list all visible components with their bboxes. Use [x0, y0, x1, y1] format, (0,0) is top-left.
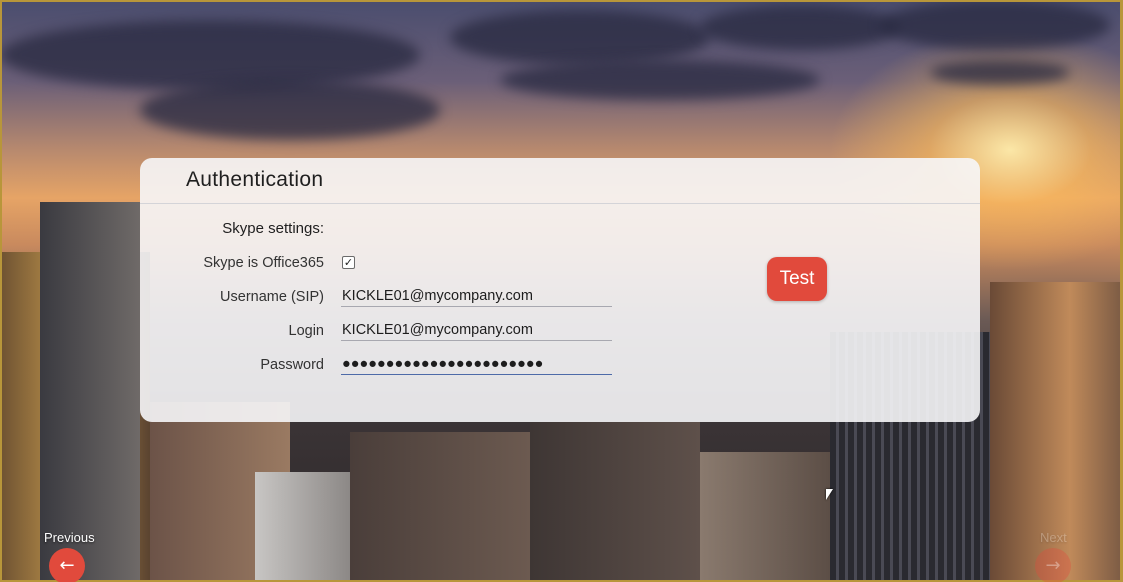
previous-label: Previous	[44, 530, 95, 545]
username-label: Username (SIP)	[220, 289, 324, 305]
building	[530, 422, 700, 582]
divider	[140, 203, 980, 204]
cloud	[700, 5, 900, 50]
next-label: Next	[1040, 530, 1067, 545]
panel-title: Authentication	[186, 168, 324, 191]
building	[350, 432, 530, 582]
next-button[interactable]: →	[1035, 548, 1071, 582]
mouse-cursor-icon	[826, 489, 833, 500]
skype-settings-heading: Skype settings:	[222, 220, 324, 237]
cloud	[140, 80, 440, 140]
building	[255, 472, 350, 582]
cloud	[880, 0, 1110, 50]
password-input[interactable]	[341, 353, 612, 375]
arrow-right-icon: →	[1045, 555, 1061, 576]
building	[40, 202, 140, 582]
password-label: Password	[260, 357, 324, 373]
test-button[interactable]: Test	[767, 257, 827, 301]
arrow-left-icon: ←	[59, 555, 75, 576]
login-label: Login	[288, 323, 324, 339]
previous-button[interactable]: ←	[49, 548, 85, 582]
building	[700, 452, 830, 582]
cloud	[500, 60, 820, 100]
authentication-panel: Authentication Skype settings: Skype is …	[140, 158, 980, 422]
cloud	[0, 20, 420, 90]
office365-checkbox[interactable]: ✓	[342, 256, 355, 269]
office365-label: Skype is Office365	[203, 255, 324, 271]
username-input[interactable]	[341, 285, 612, 307]
cloud	[450, 10, 710, 65]
cloud	[930, 60, 1070, 85]
check-icon: ✓	[343, 256, 354, 269]
login-input[interactable]	[341, 319, 612, 341]
